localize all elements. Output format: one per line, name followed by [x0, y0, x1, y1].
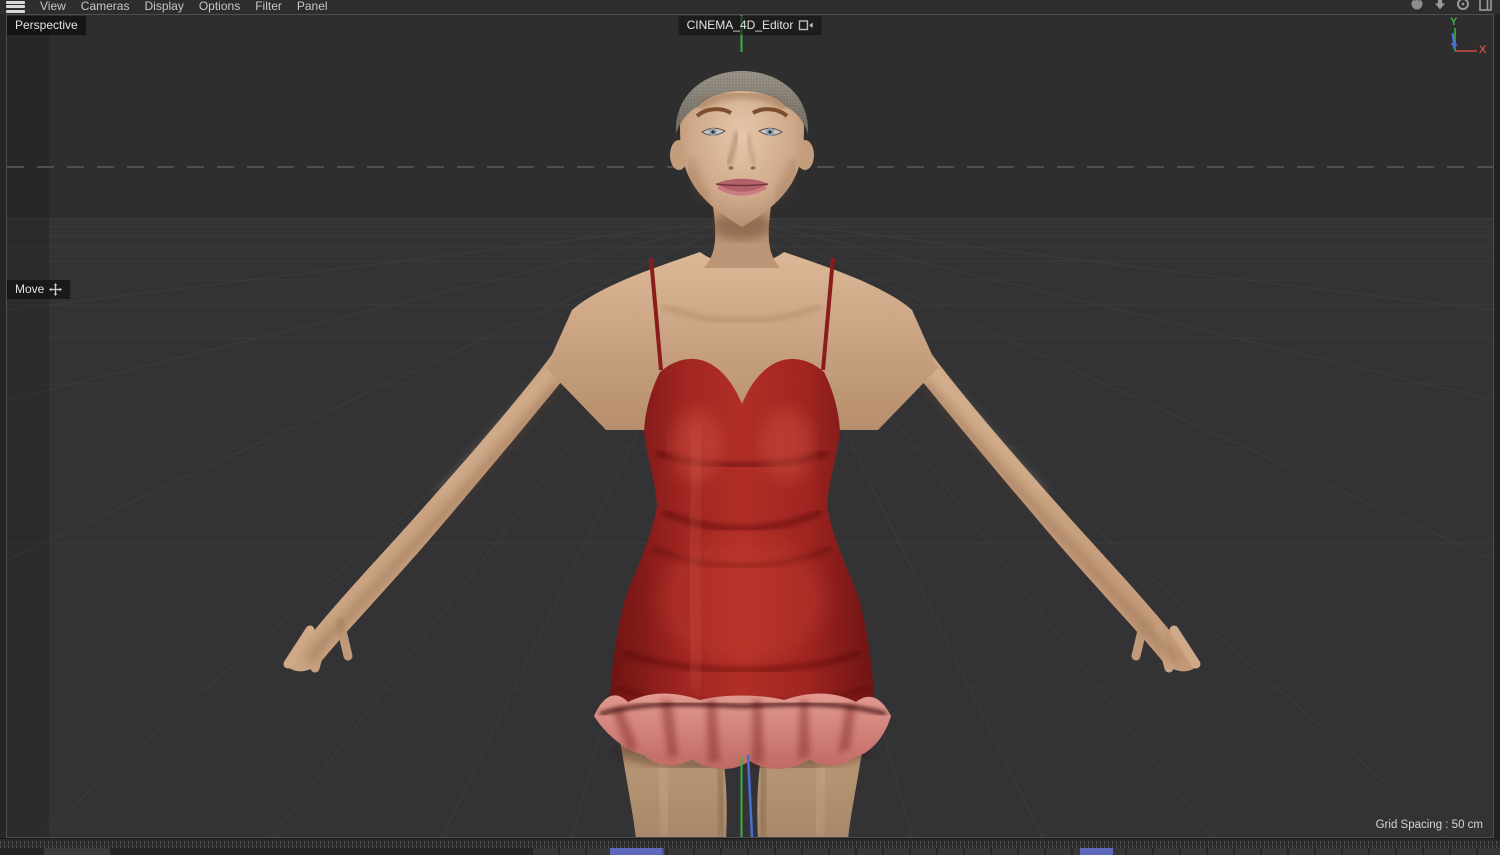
menu-display[interactable]: Display — [144, 0, 183, 13]
timeline-bar[interactable] — [0, 838, 1500, 855]
menu-panel[interactable]: Panel — [297, 0, 328, 13]
grid-spacing-status: Grid Spacing : 50 cm — [1367, 816, 1491, 835]
menu-filter[interactable]: Filter — [255, 0, 282, 13]
viewport-menu-bar: View Cameras Display Options Filter Pane… — [0, 0, 1500, 14]
gizmo-y-label: Y — [1450, 16, 1458, 28]
zoom-camera-icon[interactable] — [1433, 0, 1447, 11]
viewport: Perspective CINEMA_4D_Editor Move Grid S… — [6, 14, 1494, 838]
camera-icon — [798, 19, 813, 30]
gizmo-x-label: X — [1479, 44, 1487, 56]
menu-view[interactable]: View — [40, 0, 66, 13]
viewport-canvas[interactable] — [7, 15, 1493, 837]
timeline-keyframe-segment[interactable] — [1080, 848, 1113, 855]
pan-camera-icon[interactable] — [1410, 0, 1424, 11]
timeline-highlight-segment[interactable] — [610, 848, 664, 855]
application-window: View Cameras Display Options Filter Pane… — [0, 0, 1500, 855]
timeline-track[interactable] — [0, 848, 1500, 855]
toggle-view-icon[interactable] — [1479, 0, 1493, 11]
tool-name: Move — [15, 282, 45, 296]
move-cross-icon — [49, 282, 63, 296]
menu-cameras[interactable]: Cameras — [81, 0, 130, 13]
camera-label[interactable]: Perspective — [7, 16, 86, 35]
rotate-camera-icon[interactable] — [1456, 0, 1470, 11]
timeline-frame-cells[interactable] — [533, 848, 1500, 855]
editor-title-bar[interactable]: CINEMA_4D_Editor — [678, 16, 822, 35]
axis-gizmo: Y X — [1439, 16, 1491, 66]
timeline-button[interactable] — [44, 848, 110, 855]
menu-options[interactable]: Options — [199, 0, 240, 13]
editor-title: CINEMA_4D_Editor — [686, 18, 794, 32]
active-tool-label: Move — [7, 280, 71, 299]
window-edge — [1494, 14, 1500, 838]
hamburger-icon[interactable] — [6, 0, 25, 13]
timeline-ruler[interactable] — [0, 838, 1500, 848]
